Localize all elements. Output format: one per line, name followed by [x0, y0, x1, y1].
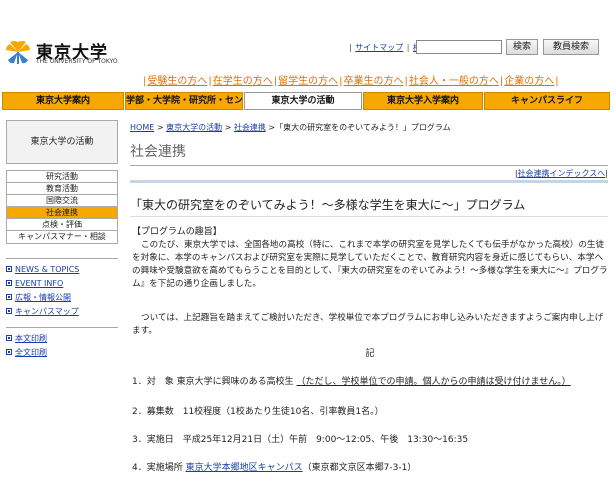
print-all-link[interactable]: 全文印刷 — [6, 346, 118, 360]
bullet-icon — [6, 308, 12, 314]
breadcrumb-activities[interactable]: 東京大学の活動 — [166, 123, 222, 132]
header: 東京大学 THE UNIVERSITY OF TOKYO | サイトマップ | … — [0, 0, 614, 66]
article-body: 【プログラムの趣旨】 このたび、東京大学では、全国各地の高校（特に、これまで本学… — [132, 226, 608, 473]
sidebar: 東京大学の活動 研究活動 教育活動 国際交流 社会連携 点検・評価 キャンパスマ… — [6, 120, 118, 360]
util-separator: | — [349, 43, 352, 52]
sidebar-print-links: 本文印刷 全文印刷 — [6, 327, 118, 360]
main-content: HOME > 東京大学の活動 > 社会連携 >「東大の研究室をのぞいてみよう！」… — [130, 122, 608, 473]
util-separator: | — [406, 43, 410, 52]
audience-link-students[interactable]: 在学生の方へ — [213, 76, 273, 87]
nav-tab-about[interactable]: 東京大学案内 — [2, 92, 124, 110]
audience-nav: |受験生の方へ|在学生の方へ|留学生の方へ|卒業生の方へ|社会人・一般の方へ|企… — [143, 76, 559, 87]
breadcrumb-home[interactable]: HOME — [130, 123, 154, 132]
audience-link-public[interactable]: 社会人・一般の方へ — [409, 76, 499, 87]
breadcrumb-current: 「東大の研究室をのぞいてみよう！」プログラム — [275, 123, 451, 132]
sidebar-menu: 研究活動 教育活動 国際交流 社会連携 点検・評価 キャンパスマナー・相談 — [6, 170, 118, 244]
nav-tab-activities[interactable]: 東京大学の活動 — [244, 92, 362, 110]
audience-link-applicants[interactable]: 受験生の方へ — [147, 76, 207, 87]
breadcrumb-social-cooperation[interactable]: 社会連携 — [234, 123, 266, 132]
nav-tab-admissions[interactable]: 東京大学入学案内 — [363, 92, 483, 110]
bullet-icon — [6, 349, 12, 355]
print-body-link[interactable]: 本文印刷 — [6, 332, 118, 346]
sidebar-item-research[interactable]: 研究活動 — [7, 171, 117, 183]
title-divider — [130, 216, 608, 217]
section-title: 社会連携 — [130, 144, 186, 160]
sitemap-link[interactable]: サイトマップ — [355, 43, 403, 52]
logo-text-en: THE UNIVERSITY OF TOKYO — [36, 58, 118, 65]
sidebar-item-evaluation[interactable]: 点検・評価 — [7, 219, 117, 231]
audience-link-alumni[interactable]: 卒業生の方へ — [344, 76, 404, 87]
item-capacity: 2．募集数 11校程度（1校あたり生徒10名、引率教員1名。） — [132, 407, 384, 417]
main-nav: 東京大学案内 学部・大学院・研究所・センター 東京大学の活動 東京大学入学案内 … — [2, 92, 612, 110]
section-divider — [130, 165, 608, 166]
index-divider — [130, 180, 608, 183]
audience-link-business[interactable]: 企業の方へ — [504, 76, 554, 87]
notice-heading: 記 — [365, 349, 375, 359]
sidebar-link-news[interactable]: NEWS & TOPICS — [6, 263, 118, 277]
sidebar-item-campus-manners[interactable]: キャンパスマナー・相談 — [7, 231, 117, 243]
nav-tab-faculties[interactable]: 学部・大学院・研究所・センター — [125, 92, 243, 110]
sidebar-links: NEWS & TOPICS EVENT INFO 広報・情報公開 キャンパスマッ… — [6, 258, 118, 319]
faculty-search-button[interactable]: 教員検索 — [543, 39, 599, 55]
sidebar-link-campus-map[interactable]: キャンパスマップ — [6, 305, 118, 319]
item-date: 3．実施日 平成25年12月21日（土）午前 9:00～12:05、午後 13:… — [132, 435, 469, 445]
nav-tab-campus-life[interactable]: キャンパスライフ — [484, 92, 610, 110]
university-logo[interactable]: 東京大学 THE UNIVERSITY OF TOKYO — [4, 38, 126, 66]
bullet-icon — [6, 335, 12, 341]
sidebar-link-pr[interactable]: 広報・情報公開 — [6, 291, 118, 305]
item-venue: 4．実施場所 東京大学本郷地区キャンパス（東京都文京区本郷7-3-1） — [132, 463, 417, 473]
audience-link-international[interactable]: 留学生の方へ — [278, 76, 338, 87]
social-cooperation-index-link[interactable]: 社会連携インデックスへ — [518, 169, 606, 178]
request-paragraph: ついては、上記趣旨を踏まえてご検討いただき、学校単位で本プログラムにお申し込みい… — [132, 313, 604, 336]
page-title: 「東大の研究室をのぞいてみよう！～多様な学生を東大に～」プログラム — [130, 198, 526, 212]
item-target: 1．対 象 東京大学に興味のある高校生 （ただし、学校単位での申請。個人からの申… — [132, 377, 571, 387]
breadcrumb: HOME > 東京大学の活動 > 社会連携 >「東大の研究室をのぞいてみよう！」… — [130, 123, 451, 132]
bullet-icon — [6, 266, 12, 272]
hongo-campus-link[interactable]: 東京大学本郷地区キャンパス — [186, 463, 303, 473]
sidebar-item-education[interactable]: 教育活動 — [7, 183, 117, 195]
bullet-icon — [6, 294, 12, 300]
sidebar-title: 東京大学の活動 — [6, 120, 118, 164]
sidebar-item-international[interactable]: 国際交流 — [7, 195, 117, 207]
ginkgo-crest-icon — [6, 41, 30, 64]
search-button[interactable]: 検索 — [506, 39, 538, 55]
intro-paragraph: このたび、東京大学では、全国各地の高校（特に、これまで本学の研究室を見学したくて… — [132, 240, 608, 289]
bullet-icon — [6, 280, 12, 286]
sidebar-link-events[interactable]: EVENT INFO — [6, 277, 118, 291]
sidebar-item-social-cooperation[interactable]: 社会連携 — [7, 207, 117, 219]
search-input[interactable] — [416, 40, 502, 54]
purpose-heading: 【プログラムの趣旨】 — [132, 227, 222, 237]
index-link-row: |社会連携インデックスへ| — [514, 169, 608, 178]
